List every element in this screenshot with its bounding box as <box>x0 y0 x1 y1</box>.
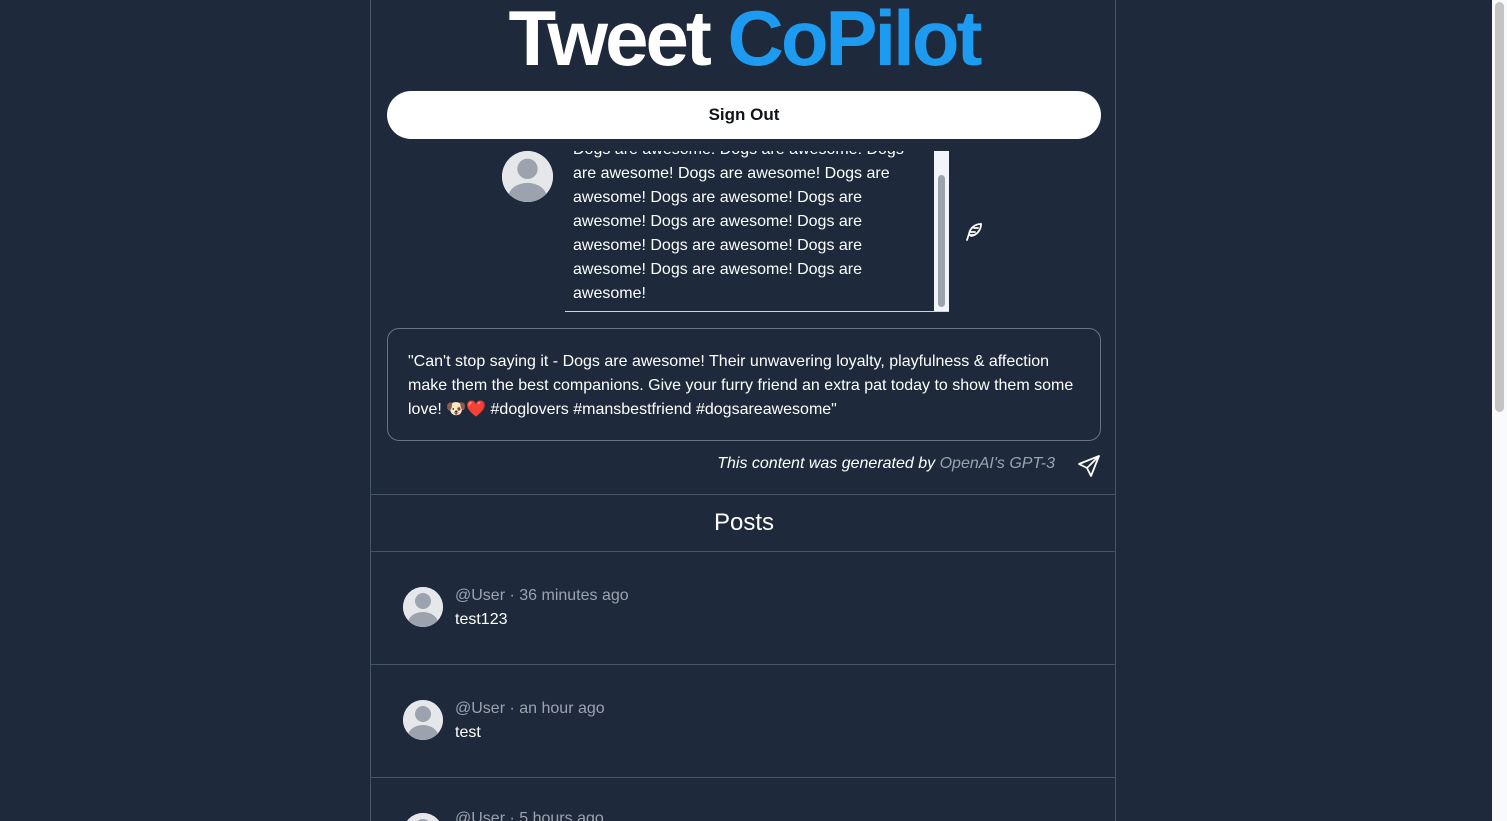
post-item[interactable]: @User · an hour ago test <box>371 665 1116 777</box>
default-avatar-icon <box>403 700 443 740</box>
quill-icon[interactable] <box>961 220 985 244</box>
compose-scrollbar[interactable] <box>934 151 949 311</box>
post-avatar <box>403 700 443 740</box>
post-time: 36 minutes ago <box>519 587 629 604</box>
default-avatar-icon <box>403 813 443 821</box>
default-avatar-icon <box>403 587 443 627</box>
main-column: Tweet CoPilot Sign Out Dogs are awesome!… <box>370 0 1116 821</box>
app-title-word-2: CoPilot <box>727 0 982 82</box>
generated-tweet-text: "Can't stop saying it - Dogs are awesome… <box>408 353 1074 418</box>
page-scrollbar[interactable] <box>1492 0 1507 821</box>
credit-prefix: This content was generated by <box>717 455 936 472</box>
post-meta: @User · 5 hours ago <box>455 810 604 821</box>
posts-heading: Posts <box>713 509 775 536</box>
post-meta: @User · 36 minutes ago <box>455 587 629 604</box>
compose-scrollbar-thumb[interactable] <box>938 175 945 307</box>
app-title: Tweet CoPilot <box>371 0 1117 78</box>
post-avatar <box>403 587 443 627</box>
post-handle: @User <box>455 810 506 821</box>
compose-text[interactable]: Dogs are awesome! Dogs are awesome! Dogs… <box>573 151 913 306</box>
post-handle: @User <box>455 587 506 604</box>
post-item[interactable]: @User · 36 minutes ago test123 <box>371 552 1116 664</box>
compose-textarea[interactable]: Dogs are awesome! Dogs are awesome! Dogs… <box>565 151 949 312</box>
post-time: 5 hours ago <box>519 810 604 821</box>
page-scrollbar-thumb[interactable] <box>1495 2 1504 412</box>
post-item[interactable]: @User · 5 hours ago <box>371 778 1116 821</box>
default-avatar-icon <box>502 151 553 202</box>
post-time: an hour ago <box>519 700 605 717</box>
post-avatar <box>403 813 443 821</box>
divider <box>371 494 1116 495</box>
post-meta: @User · an hour ago <box>455 700 605 717</box>
generated-credit: This content was generated by OpenAI's G… <box>717 455 1055 473</box>
send-icon[interactable] <box>1077 454 1101 478</box>
sign-out-button[interactable]: Sign Out <box>387 91 1101 139</box>
post-handle: @User <box>455 700 506 717</box>
app-title-word-1: Tweet <box>508 0 712 82</box>
credit-link[interactable]: OpenAI's GPT-3 <box>940 455 1055 472</box>
post-text: test <box>455 724 481 741</box>
post-text: test123 <box>455 611 508 628</box>
compose-avatar <box>502 151 553 202</box>
generated-tweet-box: "Can't stop saying it - Dogs are awesome… <box>387 328 1101 441</box>
